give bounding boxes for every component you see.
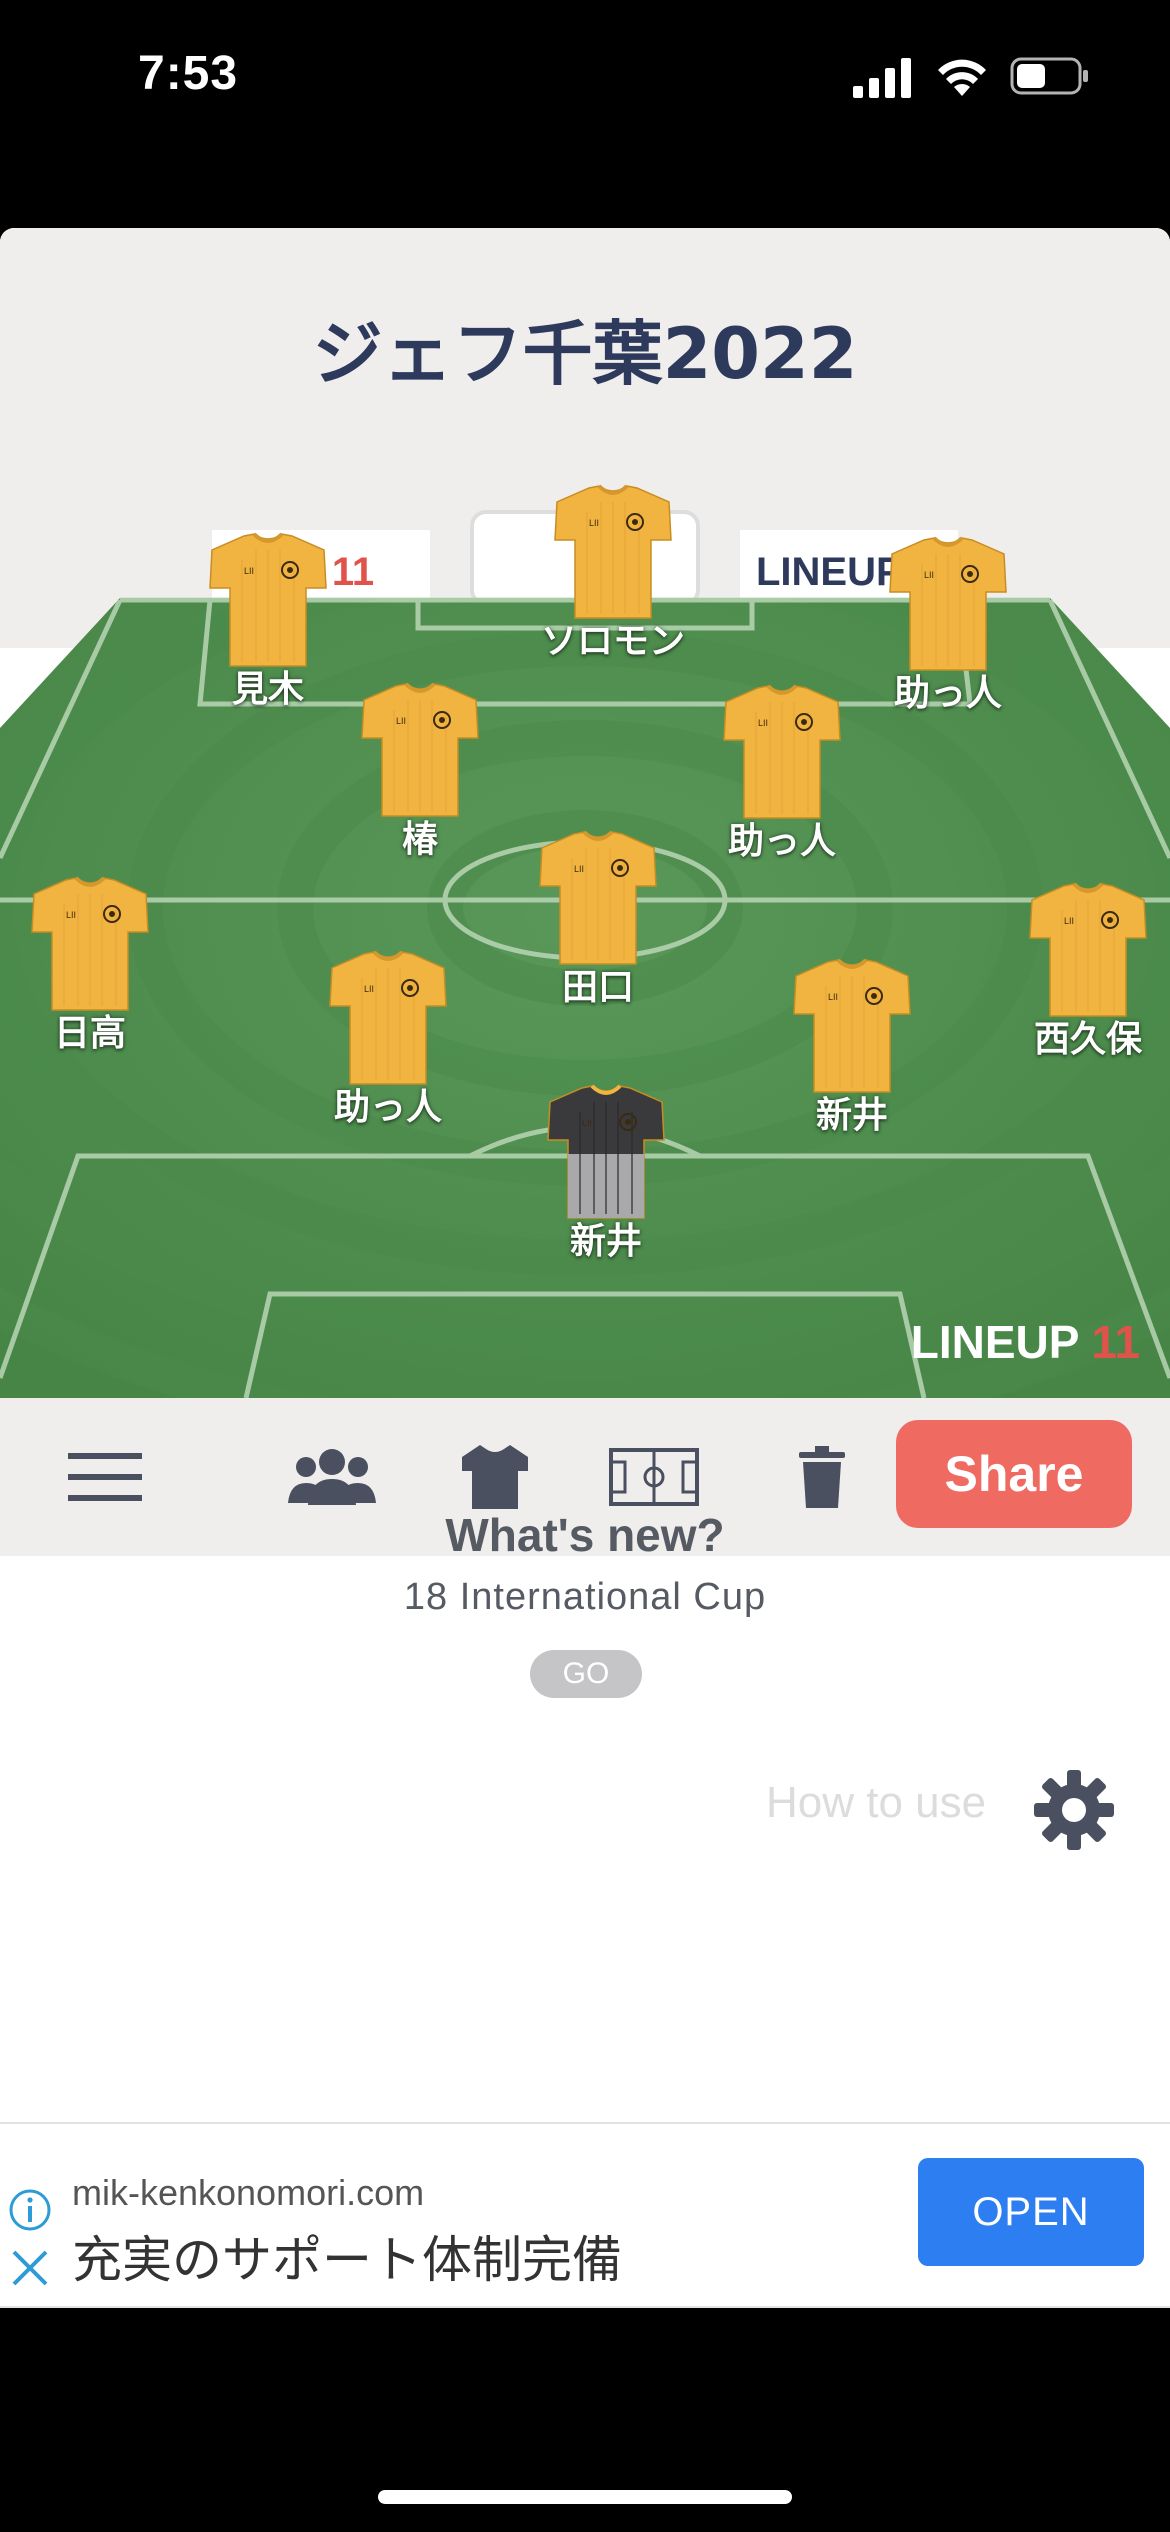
lineup11-watermark: LINEUP 11 [911,1316,1140,1368]
outfield-player[interactable]: LII 助っ人 [288,948,488,1130]
player-shirt-icon: LII [889,536,1007,671]
svg-text:LII: LII [589,518,599,528]
svg-text:LII: LII [924,570,934,580]
lineup-app: UP 11 LINEUP [0,228,1170,2304]
svg-text:LII: LII [396,716,406,726]
how-to-use-link[interactable]: How to use [766,1778,986,1828]
player-name: 助っ人 [333,1087,442,1128]
svg-text:LII: LII [574,864,584,874]
svg-text:LII: LII [244,566,254,576]
player-name: 助っ人 [727,821,836,862]
player-shirt-icon: LII [329,950,447,1085]
goalkeeper-player[interactable]: LII 新井 [506,1082,706,1264]
outfield-player[interactable]: LII 日高 [0,874,190,1056]
player-shirt-icon: LII [723,684,841,819]
outfield-player[interactable]: LII 助っ人 [682,682,882,864]
player-shirt-icon: LII [209,532,327,667]
trash-icon [799,1446,845,1508]
player-name: 新井 [569,1221,642,1262]
player-shirt-icon: LII [554,484,672,619]
outfield-player[interactable]: LII 椿 [320,680,520,862]
whats-new-subtitle[interactable]: 18 International Cup [0,1576,1170,1619]
svg-text:LII: LII [828,992,838,1002]
jersey-icon [462,1445,528,1509]
settings-gear-icon[interactable] [1034,1770,1114,1850]
outfield-player[interactable]: LII ソロモン [513,482,713,664]
player-shirt-icon: LII [539,830,657,965]
battery-icon [1010,57,1088,95]
player-name: 日高 [53,1013,126,1054]
go-button[interactable]: GO [530,1650,642,1698]
outfield-player[interactable]: LII 田口 [498,828,698,1010]
cellular-signal-icon [853,58,911,98]
team-icon [288,1449,376,1505]
player-shirt-icon: LII [793,958,911,1093]
player-shirt-icon: LII [1029,882,1147,1017]
outfield-player[interactable]: LII 新井 [752,956,952,1138]
svg-text:LII: LII [758,718,768,728]
ad-open-button[interactable]: OPEN [918,2158,1144,2266]
svg-text:LII: LII [66,910,76,920]
info-icon[interactable] [8,2188,52,2232]
ad-headline: 充実のサポート体制完備 [72,2231,622,2289]
player-name: 西久保 [1033,1019,1142,1060]
goalkeeper-shirt-icon: LII [547,1084,665,1219]
svg-text:LII: LII [364,984,374,994]
player-name: ソロモン [540,621,685,662]
outfield-player[interactable]: LII 西久保 [988,880,1170,1062]
player-shirt-icon: LII [361,682,479,817]
menu-icon [68,1453,142,1501]
home-indicator [378,2490,792,2504]
ad-domain: mik-kenkonomori.com [72,2172,425,2213]
wifi-icon [938,59,986,96]
player-name: 田口 [561,967,634,1008]
close-icon[interactable] [10,2248,50,2288]
svg-text:LII: LII [582,1118,592,1128]
pitch-icon [609,1448,699,1506]
lineup-title[interactable]: ジェフ千葉2022 [0,298,1170,399]
status-time: 7:53 [138,47,239,100]
ad-banner[interactable]: mik-kenkonomori.com 充実のサポート体制完備 OPEN [0,2122,1170,2308]
whats-new-title: What's new? [445,1509,725,1561]
player-name: 新井 [815,1095,888,1136]
player-shirt-icon: LII [31,876,149,1011]
status-bar: 7:53 [0,0,1170,160]
player-name: 椿 [401,819,438,860]
svg-text:LII: LII [1064,916,1074,926]
